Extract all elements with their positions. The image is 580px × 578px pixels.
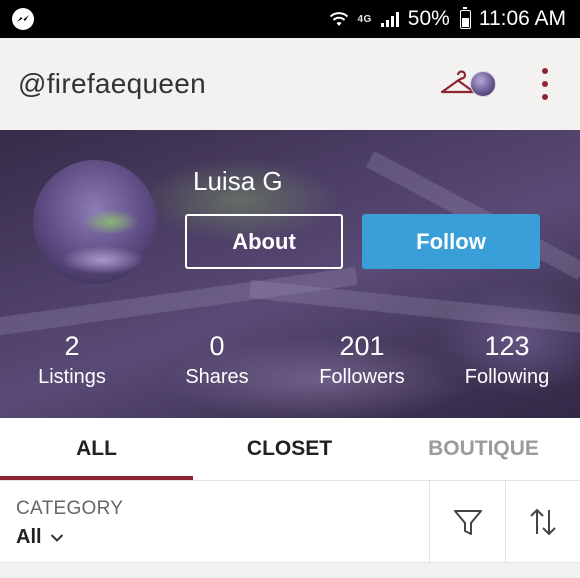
network-type: 4G	[357, 13, 372, 25]
filter-icon	[453, 510, 482, 535]
page-title: @firefaequeen	[18, 68, 207, 99]
closet-tabs: ALL CLOSET BOUTIQUE	[0, 418, 580, 481]
category-label: CATEGORY	[16, 498, 124, 519]
status-left	[12, 8, 34, 30]
stat-value: 2	[64, 331, 80, 361]
stat-label: Following	[464, 366, 550, 388]
profile-banner: Luisa G About Follow 2 Listings 0 Shares…	[0, 130, 580, 418]
clock: 11:06 AM	[478, 7, 566, 30]
stat-following[interactable]: 123 Following	[437, 330, 577, 392]
follow-button[interactable]: Follow	[362, 214, 540, 269]
status-right: 4G 50% 11:06 AM	[329, 0, 566, 38]
tab-closet[interactable]: CLOSET	[193, 418, 386, 480]
about-button[interactable]: About	[185, 214, 343, 269]
sort-icon	[530, 508, 556, 536]
status-bar: 4G 50% 11:06 AM	[0, 0, 580, 38]
overflow-menu-icon[interactable]	[536, 66, 554, 102]
active-tab-indicator	[0, 476, 193, 480]
battery-icon	[459, 6, 471, 29]
wifi-icon	[330, 12, 349, 26]
stat-label: Followers	[319, 366, 405, 388]
listing-area-edge	[0, 563, 580, 578]
filter-button[interactable]	[430, 481, 505, 563]
sort-button[interactable]	[506, 481, 580, 563]
stat-value: 0	[209, 331, 225, 361]
category-dropdown[interactable]: All	[16, 526, 64, 549]
messenger-icon	[12, 8, 34, 30]
category-value: All	[16, 526, 42, 548]
profile-avatar[interactable]	[33, 160, 157, 284]
my-closet-button[interactable]	[440, 68, 500, 100]
stat-listings[interactable]: 2 Listings	[2, 330, 142, 392]
filter-bar: CATEGORY All	[0, 481, 580, 563]
stat-value: 123	[484, 331, 530, 361]
app-bar: @firefaequeen	[0, 38, 580, 130]
tab-all[interactable]: ALL	[0, 418, 193, 480]
tab-boutique[interactable]: BOUTIQUE	[387, 418, 580, 480]
stat-value: 201	[339, 331, 385, 361]
stat-label: Listings	[38, 366, 106, 388]
stat-label: Shares	[185, 366, 249, 388]
battery-percent: 50%	[407, 7, 450, 30]
chevron-down-icon	[50, 533, 63, 542]
signal-icon	[380, 12, 399, 27]
stat-followers[interactable]: 201 Followers	[292, 330, 432, 392]
display-name: Luisa G	[193, 166, 283, 196]
avatar-small	[470, 71, 496, 97]
stat-shares[interactable]: 0 Shares	[147, 330, 287, 392]
